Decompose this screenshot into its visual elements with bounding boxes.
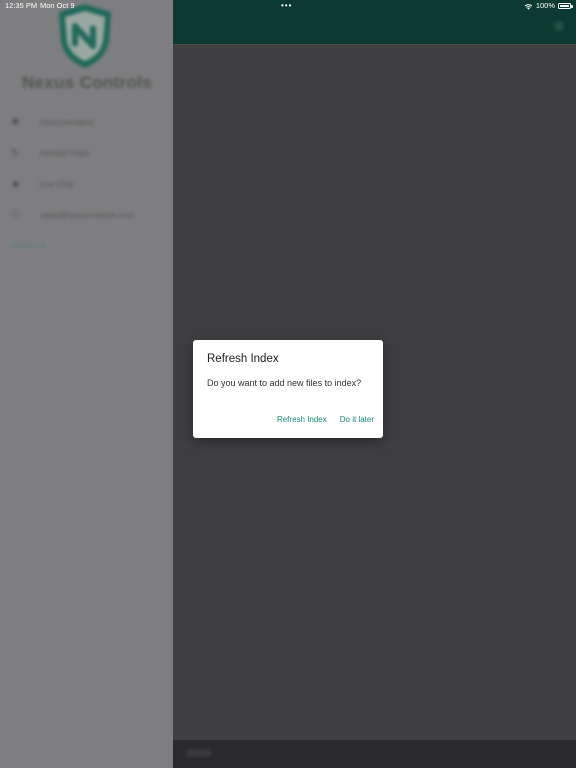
drawer-item-email[interactable]: ⓘ sales@nexuscontrols.com	[0, 206, 173, 226]
dialog-actions: Refresh Index Do it later	[277, 415, 374, 424]
dialog-message: Do you want to add new files to index?	[207, 378, 362, 388]
header-action-icon[interactable]	[554, 21, 564, 31]
header-title-placeholder	[225, 20, 355, 30]
side-drawer: Nexus Controls ✖ Documentation ↻ Refresh…	[0, 0, 173, 768]
drawer-item-live-chat[interactable]: ■ Live Chat	[0, 175, 173, 195]
drawer-item-refresh-index[interactable]: ↻ Refresh Index	[0, 144, 173, 164]
refresh-icon: ↻	[11, 148, 20, 159]
info-icon: ⓘ	[10, 210, 21, 221]
status-right: 100%	[524, 0, 573, 12]
footer-item[interactable]	[187, 749, 211, 757]
drawer-item-documentation[interactable]: ✖ Documentation	[0, 113, 173, 133]
refresh-index-dialog: Refresh Index Do you want to add new fil…	[193, 340, 383, 438]
do-it-later-button[interactable]: Do it later	[340, 415, 374, 424]
battery-full-icon	[558, 3, 573, 9]
dialog-title: Refresh Index	[207, 353, 279, 365]
drawer-item-label: Live Chat	[40, 180, 74, 189]
refresh-index-button[interactable]: Refresh Index	[277, 415, 327, 424]
status-time: 12:35 PM	[5, 1, 38, 10]
close-icon: ✖	[11, 117, 20, 128]
multitasking-dots-icon[interactable]: •••	[281, 0, 292, 12]
header-divider	[173, 44, 576, 45]
status-date: Mon Oct 9	[40, 1, 75, 10]
status-bar: 12:35 PM Mon Oct 9 ••• 100%	[0, 0, 576, 12]
drawer-item-label: sales@nexuscontrols.com	[40, 211, 134, 220]
wifi-icon	[524, 3, 533, 10]
battery-percent: 100%	[535, 1, 555, 10]
drawer-item-label: Refresh Index	[40, 149, 90, 158]
app-footer	[173, 740, 576, 768]
square-icon: ■	[12, 179, 19, 190]
shield-logo-icon	[59, 4, 111, 68]
brand-name: Nexus Controls	[22, 73, 152, 92]
drawer-item-label: Documentation	[40, 118, 94, 127]
drawer-version: Version 1.0	[10, 243, 46, 250]
